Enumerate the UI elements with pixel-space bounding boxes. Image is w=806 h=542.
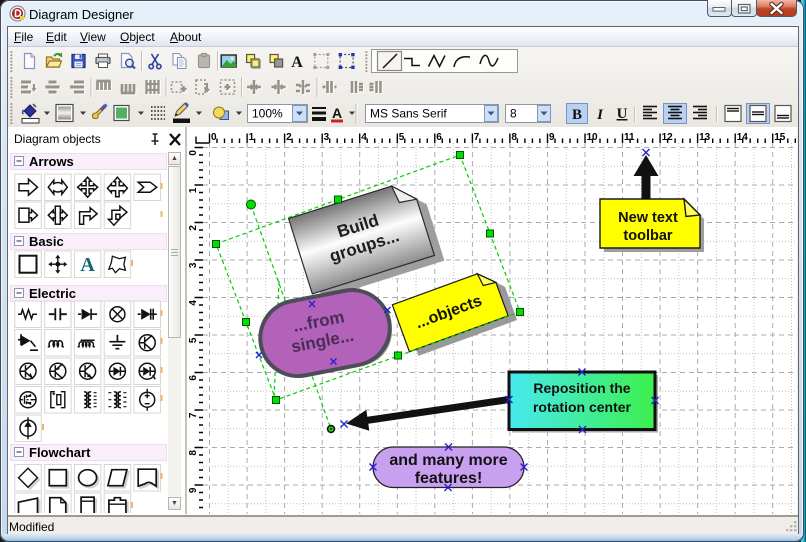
svg-text:MS Sans Serif: MS Sans Serif (370, 107, 447, 121)
svg-text:0: 0 (188, 150, 199, 156)
svg-text:I: I (596, 107, 604, 123)
svg-text:7: 7 (474, 132, 480, 143)
svg-text:Electric: Electric (29, 286, 76, 301)
svg-text:8: 8 (188, 450, 199, 456)
svg-text:1: 1 (188, 187, 199, 193)
svg-text:15: 15 (774, 132, 786, 143)
svg-text:9: 9 (549, 132, 555, 143)
svg-text:12: 12 (662, 132, 674, 143)
svg-text:7: 7 (188, 412, 199, 418)
svg-text:2: 2 (188, 225, 199, 231)
svg-text:10: 10 (587, 132, 599, 143)
svg-text:Flowchart: Flowchart (29, 445, 91, 460)
svg-text:Arrows: Arrows (29, 154, 74, 169)
svg-text:features!: features! (415, 470, 483, 487)
svg-text:6: 6 (436, 132, 442, 143)
svg-text:rotation center: rotation center (533, 399, 632, 415)
svg-text:100%: 100% (252, 107, 283, 121)
svg-text:and many more: and many more (389, 452, 507, 469)
svg-text:5: 5 (399, 132, 405, 143)
svg-text:4: 4 (361, 132, 367, 143)
svg-text:2: 2 (286, 132, 292, 143)
svg-text:8: 8 (510, 107, 517, 121)
svg-text:9: 9 (188, 487, 199, 493)
svg-text:0: 0 (211, 132, 217, 143)
svg-text:3: 3 (188, 262, 199, 268)
svg-text:5: 5 (188, 337, 199, 343)
svg-text:11: 11 (624, 132, 635, 143)
svg-text:A: A (291, 54, 303, 71)
svg-text:B: B (572, 107, 582, 123)
svg-text:8: 8 (511, 132, 517, 143)
svg-text:4: 4 (188, 300, 199, 306)
svg-text:toolbar: toolbar (623, 228, 672, 244)
svg-text:U: U (617, 106, 628, 122)
svg-text:A: A (332, 105, 342, 121)
svg-text:A: A (80, 254, 95, 276)
svg-text:13: 13 (699, 132, 711, 143)
svg-text:Reposition the: Reposition the (533, 380, 630, 396)
svg-text:New text: New text (618, 210, 678, 226)
svg-text:1: 1 (249, 132, 255, 143)
svg-text:14: 14 (737, 132, 749, 143)
svg-text:6: 6 (188, 375, 199, 381)
svg-text:3: 3 (324, 132, 330, 143)
svg-text:Basic: Basic (29, 234, 64, 249)
